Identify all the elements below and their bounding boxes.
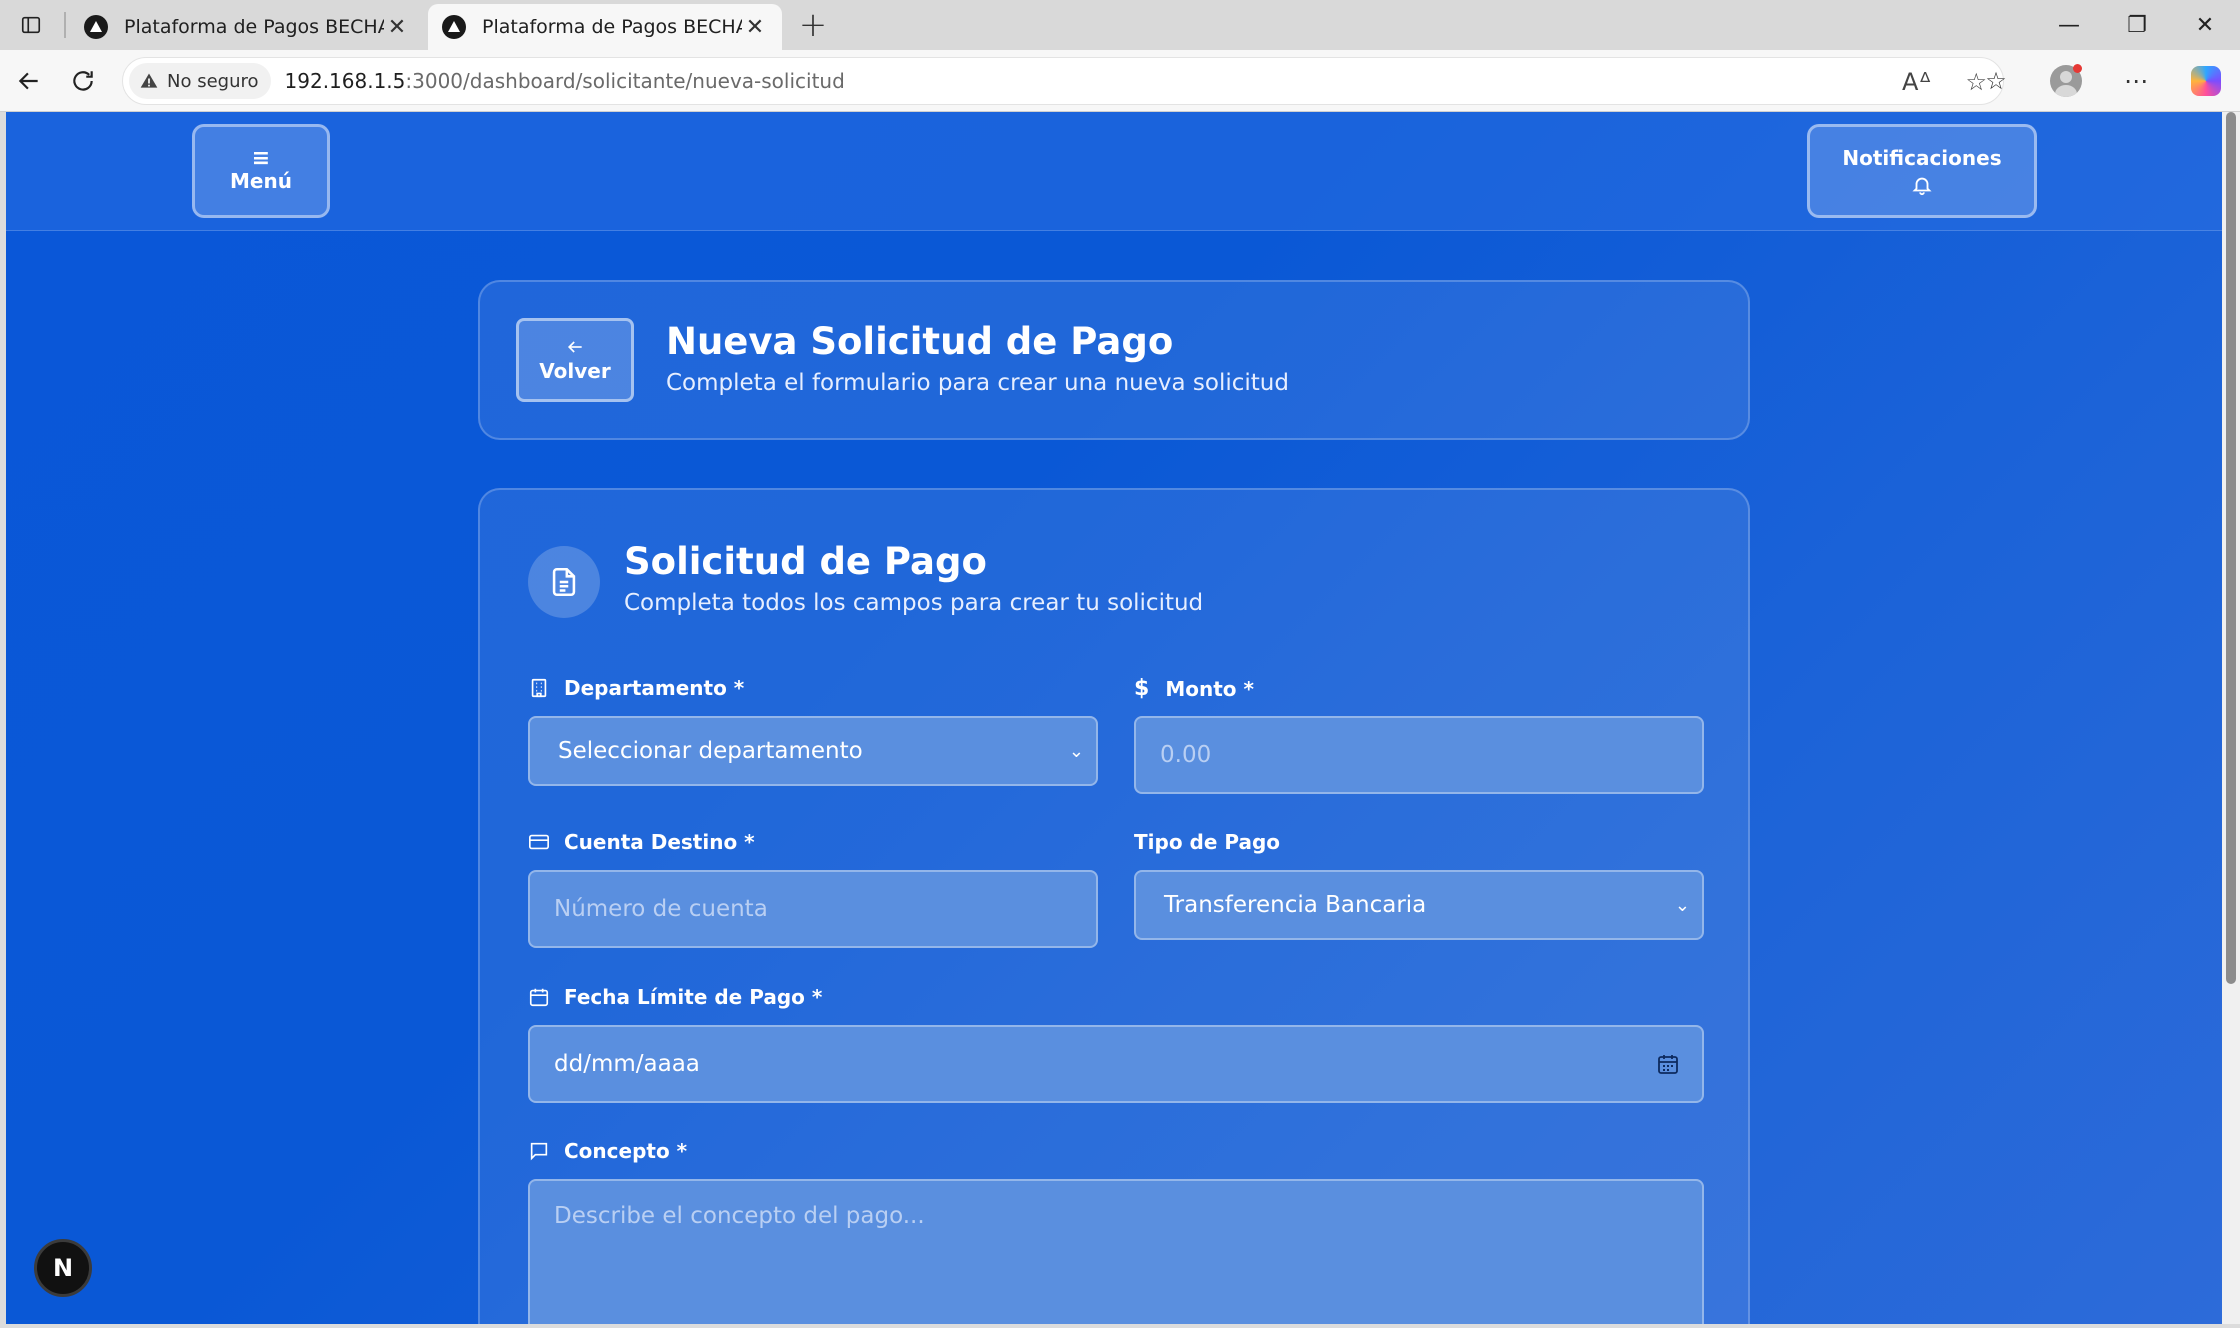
payment-request-form: Solicitud de Pago Completa todos los cam… — [478, 488, 1750, 1324]
cuenta-label-text: Cuenta Destino * — [564, 830, 755, 854]
page-scrollbar[interactable] — [2222, 112, 2240, 1324]
favorites-list-icon[interactable]: ☆ — [1978, 63, 2014, 99]
close-window-icon[interactable]: ✕ — [2170, 0, 2240, 50]
form-subtitle: Completa todos los campos para crear tu … — [624, 590, 1204, 616]
credit-card-icon — [529, 834, 549, 850]
copilot-icon[interactable] — [2188, 63, 2224, 99]
menu-button[interactable]: ≡ Menú — [192, 124, 330, 218]
page-title: Nueva Solicitud de Pago — [666, 320, 1174, 363]
monto-label: $ Monto * — [1134, 676, 1254, 701]
tipo-pago-label-text: Tipo de Pago — [1134, 830, 1281, 854]
back-arrow-icon[interactable] — [12, 64, 46, 98]
fecha-value: dd/mm/aaaa — [554, 1051, 700, 1077]
fecha-label-text: Fecha Límite de Pago * — [564, 985, 823, 1009]
read-aloud-icon[interactable]: A͏ᐞ — [1902, 68, 1931, 96]
document-icon — [528, 546, 600, 618]
minimize-icon[interactable]: — — [2034, 0, 2104, 50]
menu-label: Menú — [230, 169, 292, 193]
tab-separator — [64, 12, 66, 38]
cuenta-label: Cuenta Destino * — [528, 830, 755, 854]
tipo-pago-value: Transferencia Bancaria — [1164, 892, 1427, 918]
browser-tab-1[interactable]: Plataforma de Pagos BECHAPRA ✕ — [70, 4, 424, 50]
notifications-label: Notificaciones — [1842, 146, 2002, 170]
departamento-select[interactable]: Seleccionar departamento ⌄ — [528, 716, 1098, 786]
page-subtitle: Completa el formulario para crear una nu… — [666, 370, 1289, 396]
browser-tab-bar: Plataforma de Pagos BECHAPRA ✕ Plataform… — [0, 0, 2240, 50]
top-navigation: ≡ Menú Notificaciones — [6, 112, 2222, 231]
more-options-icon[interactable]: ⋯ — [2118, 63, 2154, 99]
hamburger-icon: ≡ — [251, 146, 271, 171]
url-host: 192.168.1.5 — [284, 69, 406, 93]
fecha-label: Fecha Límite de Pago * — [528, 985, 822, 1009]
form-title: Solicitud de Pago — [624, 540, 987, 583]
browser-tab-2-active[interactable]: Plataforma de Pagos BECHAPRA ✕ — [428, 4, 782, 50]
page-viewport: ≡ Menú Notificaciones Volver Nueva Solic… — [6, 112, 2222, 1324]
concepto-label: Concepto * — [528, 1139, 687, 1163]
notifications-button[interactable]: Notificaciones — [1807, 124, 2037, 218]
chevron-down-icon: ⌄ — [1068, 740, 1084, 762]
url-text: 192.168.1.5:3000/dashboard/solicitante/n… — [285, 69, 845, 93]
message-icon — [530, 1142, 548, 1161]
address-toolbar: No seguro 192.168.1.5:3000/dashboard/sol… — [0, 50, 2240, 112]
page-header-card: Volver Nueva Solicitud de Pago Completa … — [478, 280, 1750, 440]
triangle-favicon-icon — [84, 15, 108, 39]
departamento-label-text: Departamento * — [564, 676, 745, 700]
bell-icon — [1912, 177, 1932, 196]
cuenta-placeholder: Número de cuenta — [554, 896, 768, 922]
cuenta-input[interactable]: Número de cuenta — [528, 870, 1098, 948]
close-tab-icon[interactable]: ✕ — [742, 14, 768, 40]
address-bar[interactable]: No seguro 192.168.1.5:3000/dashboard/sol… — [122, 57, 2004, 105]
security-label: No seguro — [167, 70, 259, 92]
warning-icon — [140, 73, 158, 88]
tab-title: Plataforma de Pagos BECHAPRA — [124, 16, 384, 38]
departamento-value: Seleccionar departamento — [558, 738, 863, 764]
scrollbar-thumb[interactable] — [2226, 112, 2236, 984]
tab-actions-icon[interactable] — [16, 10, 46, 40]
tipo-pago-select[interactable]: Transferencia Bancaria ⌄ — [1134, 870, 1704, 940]
reload-icon[interactable] — [66, 64, 100, 98]
chevron-down-icon: ⌄ — [1674, 894, 1690, 916]
new-tab-icon[interactable]: + — [796, 5, 830, 45]
arrow-left-icon — [567, 341, 582, 353]
monto-placeholder: 0.00 — [1160, 742, 1212, 768]
tab-title: Plataforma de Pagos BECHAPRA — [482, 16, 742, 38]
monto-input[interactable]: 0.00 — [1134, 716, 1704, 794]
security-indicator[interactable]: No seguro — [129, 63, 271, 99]
calendar-icon — [529, 988, 549, 1007]
nextjs-dev-badge[interactable]: N — [34, 1239, 92, 1297]
departamento-label: Departamento * — [528, 676, 744, 700]
concepto-label-text: Concepto * — [564, 1139, 688, 1163]
monto-label-text: Monto * — [1165, 676, 1254, 701]
restore-icon[interactable]: ❐ — [2102, 0, 2172, 50]
profile-icon[interactable] — [2048, 63, 2084, 99]
close-tab-icon[interactable]: ✕ — [384, 14, 410, 40]
building-icon — [531, 678, 547, 698]
dollar-icon: $ — [1134, 676, 1150, 701]
concepto-placeholder: Describe el concepto del pago... — [554, 1203, 925, 1229]
date-picker-icon[interactable] — [1656, 1052, 1680, 1076]
concepto-textarea[interactable]: Describe el concepto del pago... — [528, 1179, 1704, 1324]
tipo-pago-label: Tipo de Pago — [1134, 830, 1280, 854]
url-path: :3000/dashboard/solicitante/nueva-solici… — [405, 69, 845, 93]
fecha-input[interactable]: dd/mm/aaaa — [528, 1025, 1704, 1103]
back-button[interactable]: Volver — [516, 318, 634, 402]
back-label: Volver — [539, 359, 611, 383]
triangle-favicon-icon — [442, 15, 466, 39]
